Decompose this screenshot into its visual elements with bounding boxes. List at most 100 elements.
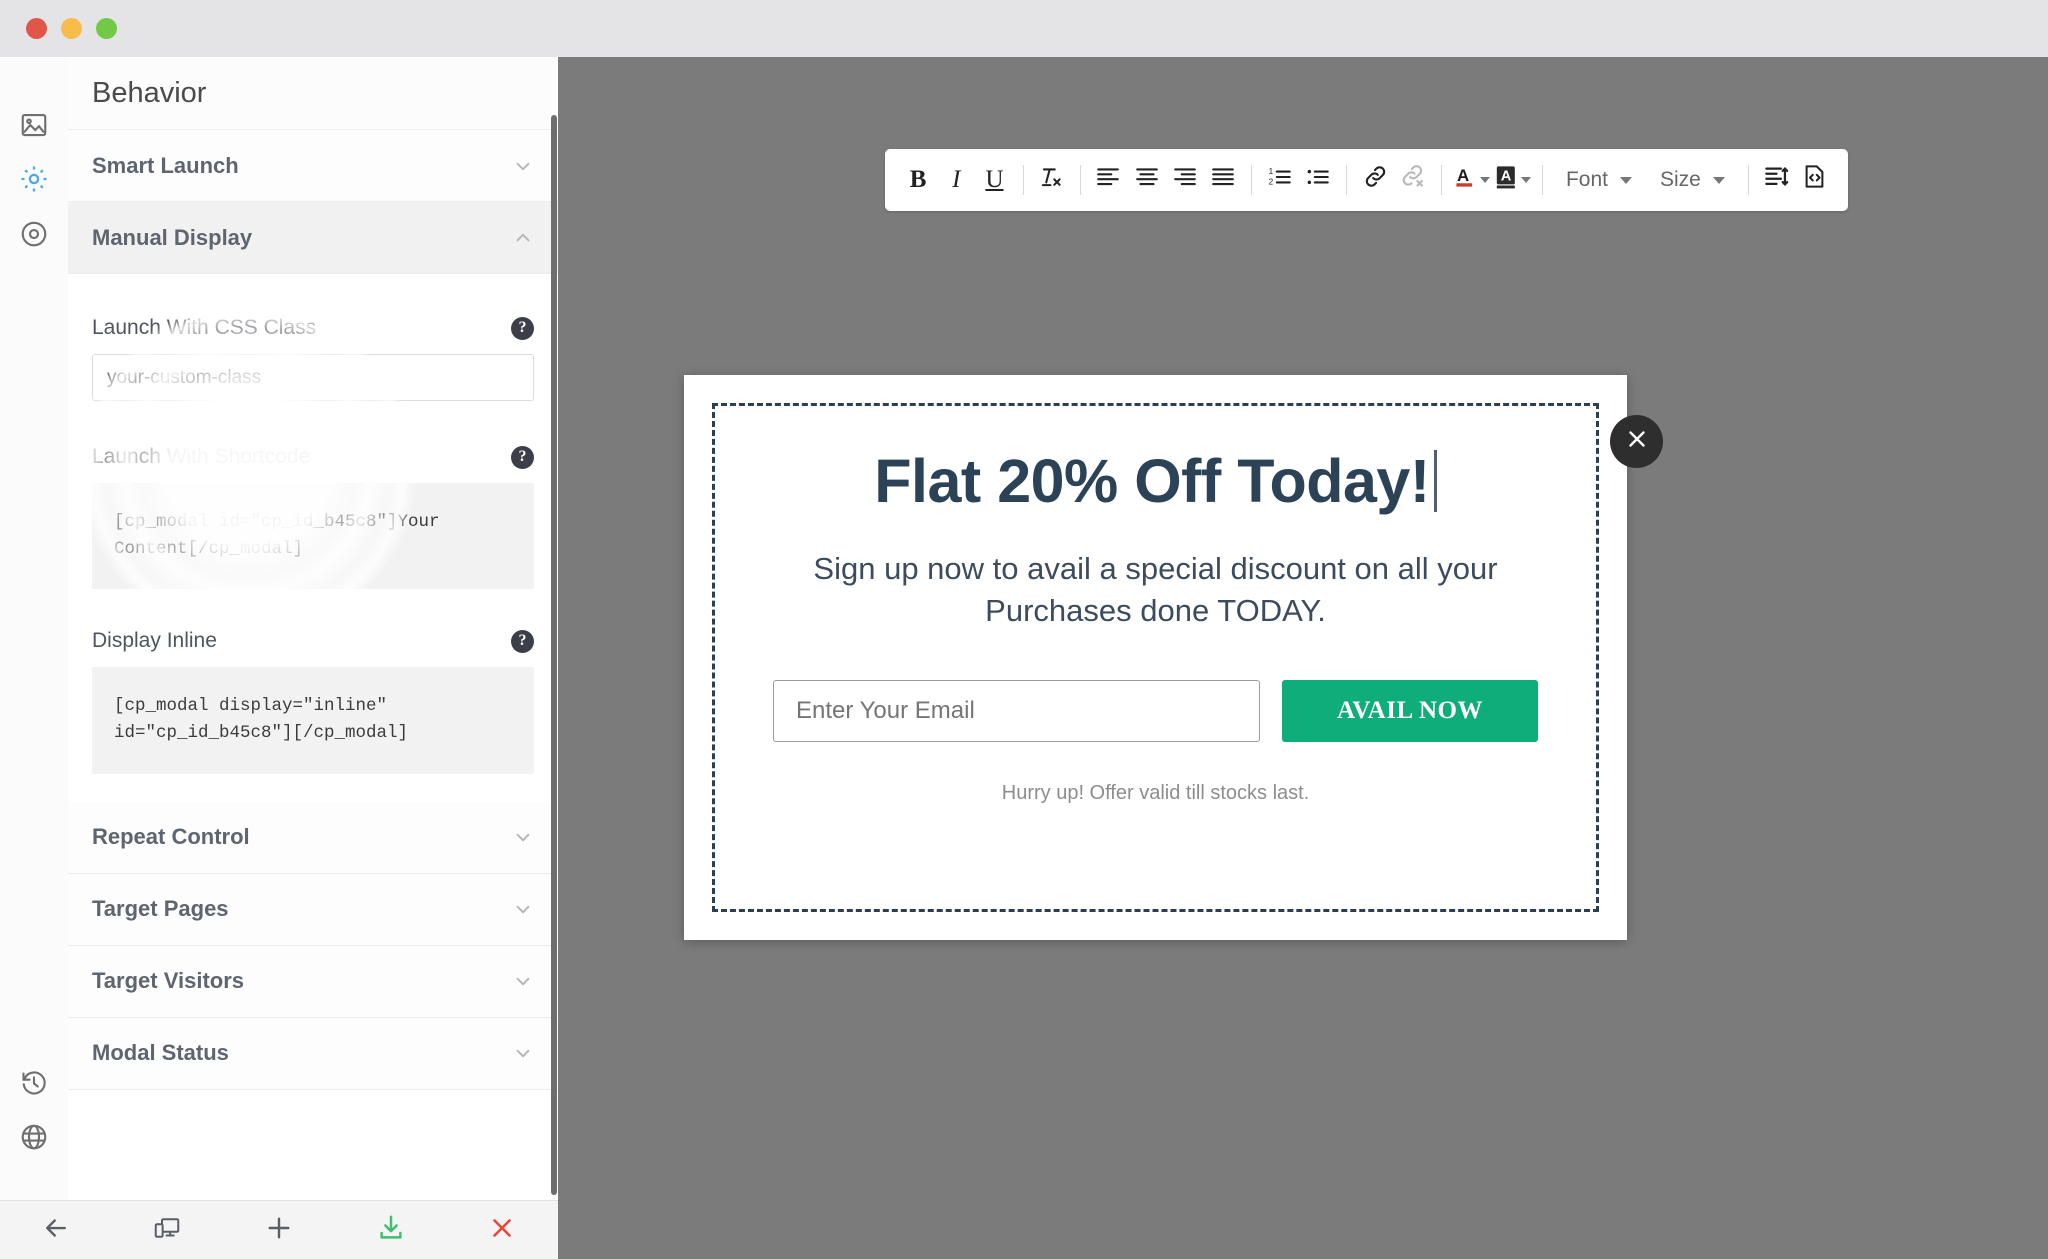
rail-item-behavior[interactable] [0,153,68,205]
text-caret [1433,450,1437,512]
window-titlebar [0,0,2048,57]
align-center-button[interactable] [1130,158,1164,202]
toolbar-divider [1022,165,1024,195]
accordion-modal-status[interactable]: Modal Status [68,1017,558,1090]
accordion-target-visitors[interactable]: Target Visitors [68,945,558,1018]
size-dropdown[interactable]: Size [1648,158,1737,202]
modal-signup-form: AVAIL NOW [773,679,1538,742]
source-code-button[interactable] [1798,158,1832,202]
underline-icon: U [985,166,1004,193]
display-inline-label-row: Display Inline ? [92,629,534,653]
gear-icon [18,163,50,195]
x-icon [487,1213,517,1248]
image-icon [19,110,49,140]
bold-button[interactable]: B [901,158,935,202]
svg-text:1: 1 [1269,166,1274,175]
rail-item-site[interactable] [0,1111,68,1163]
left-icon-rail [0,57,69,1259]
link-button[interactable] [1358,158,1392,202]
plus-icon [263,1212,295,1249]
unordered-list-button[interactable] [1301,158,1335,202]
modal-footer-note: Hurry up! Offer valid till stocks last. [1001,781,1310,804]
accordion-repeat-control[interactable]: Repeat Control [68,801,558,874]
close-button[interactable] [475,1203,529,1257]
chevron-down-icon [512,826,534,848]
ordered-list-icon: 1 2 [1267,164,1293,197]
css-class-label-row: Launch With CSS Class ? [92,316,534,340]
font-dropdown[interactable]: Font [1554,158,1644,202]
devices-icon [152,1213,182,1248]
modal-content-area[interactable]: Flat 20% Off Today! Sign up now to avail… [712,403,1599,912]
accordion-label: Target Visitors [92,968,245,993]
accordion-label: Target Pages [92,896,229,921]
toolbar-divider [1079,165,1081,195]
accordion-label: Smart Launch [92,152,239,178]
display-inline-value[interactable]: [cp_modal display="inline" id="cp_id_b45… [92,667,534,774]
shortcode-value[interactable]: [cp_modal id="cp_id_b45c8"]Your Content[… [92,483,534,590]
globe-icon [19,1122,49,1152]
source-code-icon [1801,163,1828,197]
chevron-down-icon [512,155,534,177]
align-right-button[interactable] [1168,158,1202,202]
chevron-down-icon [512,1042,534,1064]
email-input[interactable] [773,679,1260,742]
svg-text:2: 2 [1269,177,1274,186]
chevron-down-icon [1619,176,1632,184]
close-icon [1624,426,1650,457]
align-justify-icon [1210,164,1236,197]
rail-item-design[interactable] [0,99,68,151]
highlight-color-icon: A [1494,163,1521,197]
avail-now-button[interactable]: AVAIL NOW [1282,679,1538,742]
help-icon[interactable]: ? [511,629,534,653]
modal-preview-card: Flat 20% Off Today! Sign up now to avail… [684,375,1627,940]
accordion-smart-launch[interactable]: Smart Launch [68,130,558,202]
underline-button[interactable]: U [977,158,1011,202]
text-color-button[interactable]: A [1453,158,1491,202]
chevron-down-icon [1712,176,1725,184]
panel-scrollbar[interactable] [551,115,557,1195]
help-icon[interactable]: ? [511,316,534,340]
editor-canvas: B I U 1 2 A A Font Size Flat 20% Off Tod… [558,57,2048,1259]
traffic-lights [26,18,117,39]
accordion-target-pages[interactable]: Target Pages [68,873,558,946]
svg-text:A: A [1501,168,1512,184]
modal-close-button[interactable] [1610,415,1663,468]
remove-format-button[interactable] [1034,158,1068,202]
unlink-button[interactable] [1396,158,1430,202]
rail-item-history[interactable] [0,1057,68,1109]
window-close-dot[interactable] [26,18,47,39]
app-root: Behavior Smart Launch Manual Display Lau… [0,0,2048,1259]
font-dropdown-label: Font [1565,168,1608,191]
highlight-color-button[interactable]: A [1494,158,1532,202]
target-icon [19,219,49,249]
toolbar-divider [1441,165,1443,195]
svg-text:A: A [1457,166,1469,185]
line-height-button[interactable] [1760,158,1794,202]
css-class-label: Launch With CSS Class [92,316,317,339]
accordion-label: Repeat Control [92,824,250,849]
align-left-icon [1095,164,1121,197]
window-minimize-dot[interactable] [61,18,82,39]
responsive-preview-button[interactable] [140,1203,194,1257]
help-icon[interactable]: ? [511,445,534,469]
bold-icon: B [909,166,927,193]
accordion-manual-display[interactable]: Manual Display [68,202,558,274]
rail-item-triggers[interactable] [0,208,68,260]
align-center-icon [1134,164,1160,197]
accordion-label: Modal Status [92,1040,229,1065]
size-dropdown-label: Size [1659,168,1701,191]
chevron-down-icon [512,898,534,920]
align-right-icon [1172,164,1198,197]
align-justify-button[interactable] [1206,158,1240,202]
back-button[interactable] [29,1203,83,1257]
add-button[interactable] [252,1203,306,1257]
toolbar-divider [1346,165,1347,195]
italic-button[interactable]: I [939,158,973,202]
align-left-button[interactable] [1091,158,1125,202]
window-zoom-dot[interactable] [96,18,117,39]
page-title: Behavior [68,57,558,130]
css-class-input[interactable] [92,354,534,401]
ordered-list-button[interactable]: 1 2 [1263,158,1297,202]
save-button[interactable] [364,1203,418,1257]
unordered-list-icon [1305,164,1331,197]
